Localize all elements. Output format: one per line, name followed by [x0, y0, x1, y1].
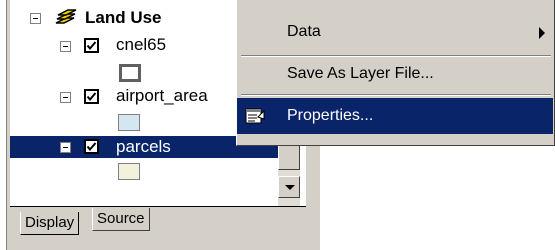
properties-icon [245, 108, 265, 124]
layer-label-parcels[interactable]: parcels [116, 137, 171, 157]
visibility-checkbox-cnel65[interactable] [84, 38, 99, 53]
scroll-down-button[interactable] [278, 176, 300, 198]
menu-item-data[interactable]: Data [237, 14, 553, 50]
symbol-swatch-parcels[interactable] [118, 163, 140, 180]
layer-label-airport_area[interactable]: airport_area [116, 86, 208, 106]
menu-item-label: Save As Layer File... [287, 65, 434, 82]
tab-divider [10, 206, 306, 207]
symbol-swatch-airport_area[interactable] [118, 114, 140, 131]
collapse-layer-parcels[interactable] [60, 142, 71, 153]
tab-source[interactable]: Source [92, 208, 150, 231]
panel-edge [0, 0, 7, 250]
collapse-layer-airport_area[interactable] [60, 92, 71, 103]
group-label[interactable]: Land Use [85, 8, 162, 28]
menu-item-label: Data [287, 23, 321, 40]
menu-item-save-as-layer-file[interactable]: Save As Layer File... [237, 56, 553, 92]
context-menu: Data Save As Layer File... Properties... [236, 0, 555, 146]
layers-icon [55, 9, 77, 24]
submenu-arrow-icon [539, 27, 545, 39]
visibility-checkbox-parcels[interactable] [84, 139, 99, 154]
collapse-group-toggle[interactable] [30, 13, 41, 24]
menu-item-label: Properties... [287, 107, 374, 124]
tab-display[interactable]: Display [20, 212, 80, 235]
menu-separator [241, 94, 551, 96]
menu-item-properties[interactable]: Properties... [237, 98, 553, 134]
visibility-checkbox-airport_area[interactable] [84, 89, 99, 104]
collapse-layer-cnel65[interactable] [60, 41, 71, 52]
layer-label-cnel65[interactable]: cnel65 [116, 35, 166, 55]
symbol-swatch-cnel65[interactable] [119, 64, 141, 82]
